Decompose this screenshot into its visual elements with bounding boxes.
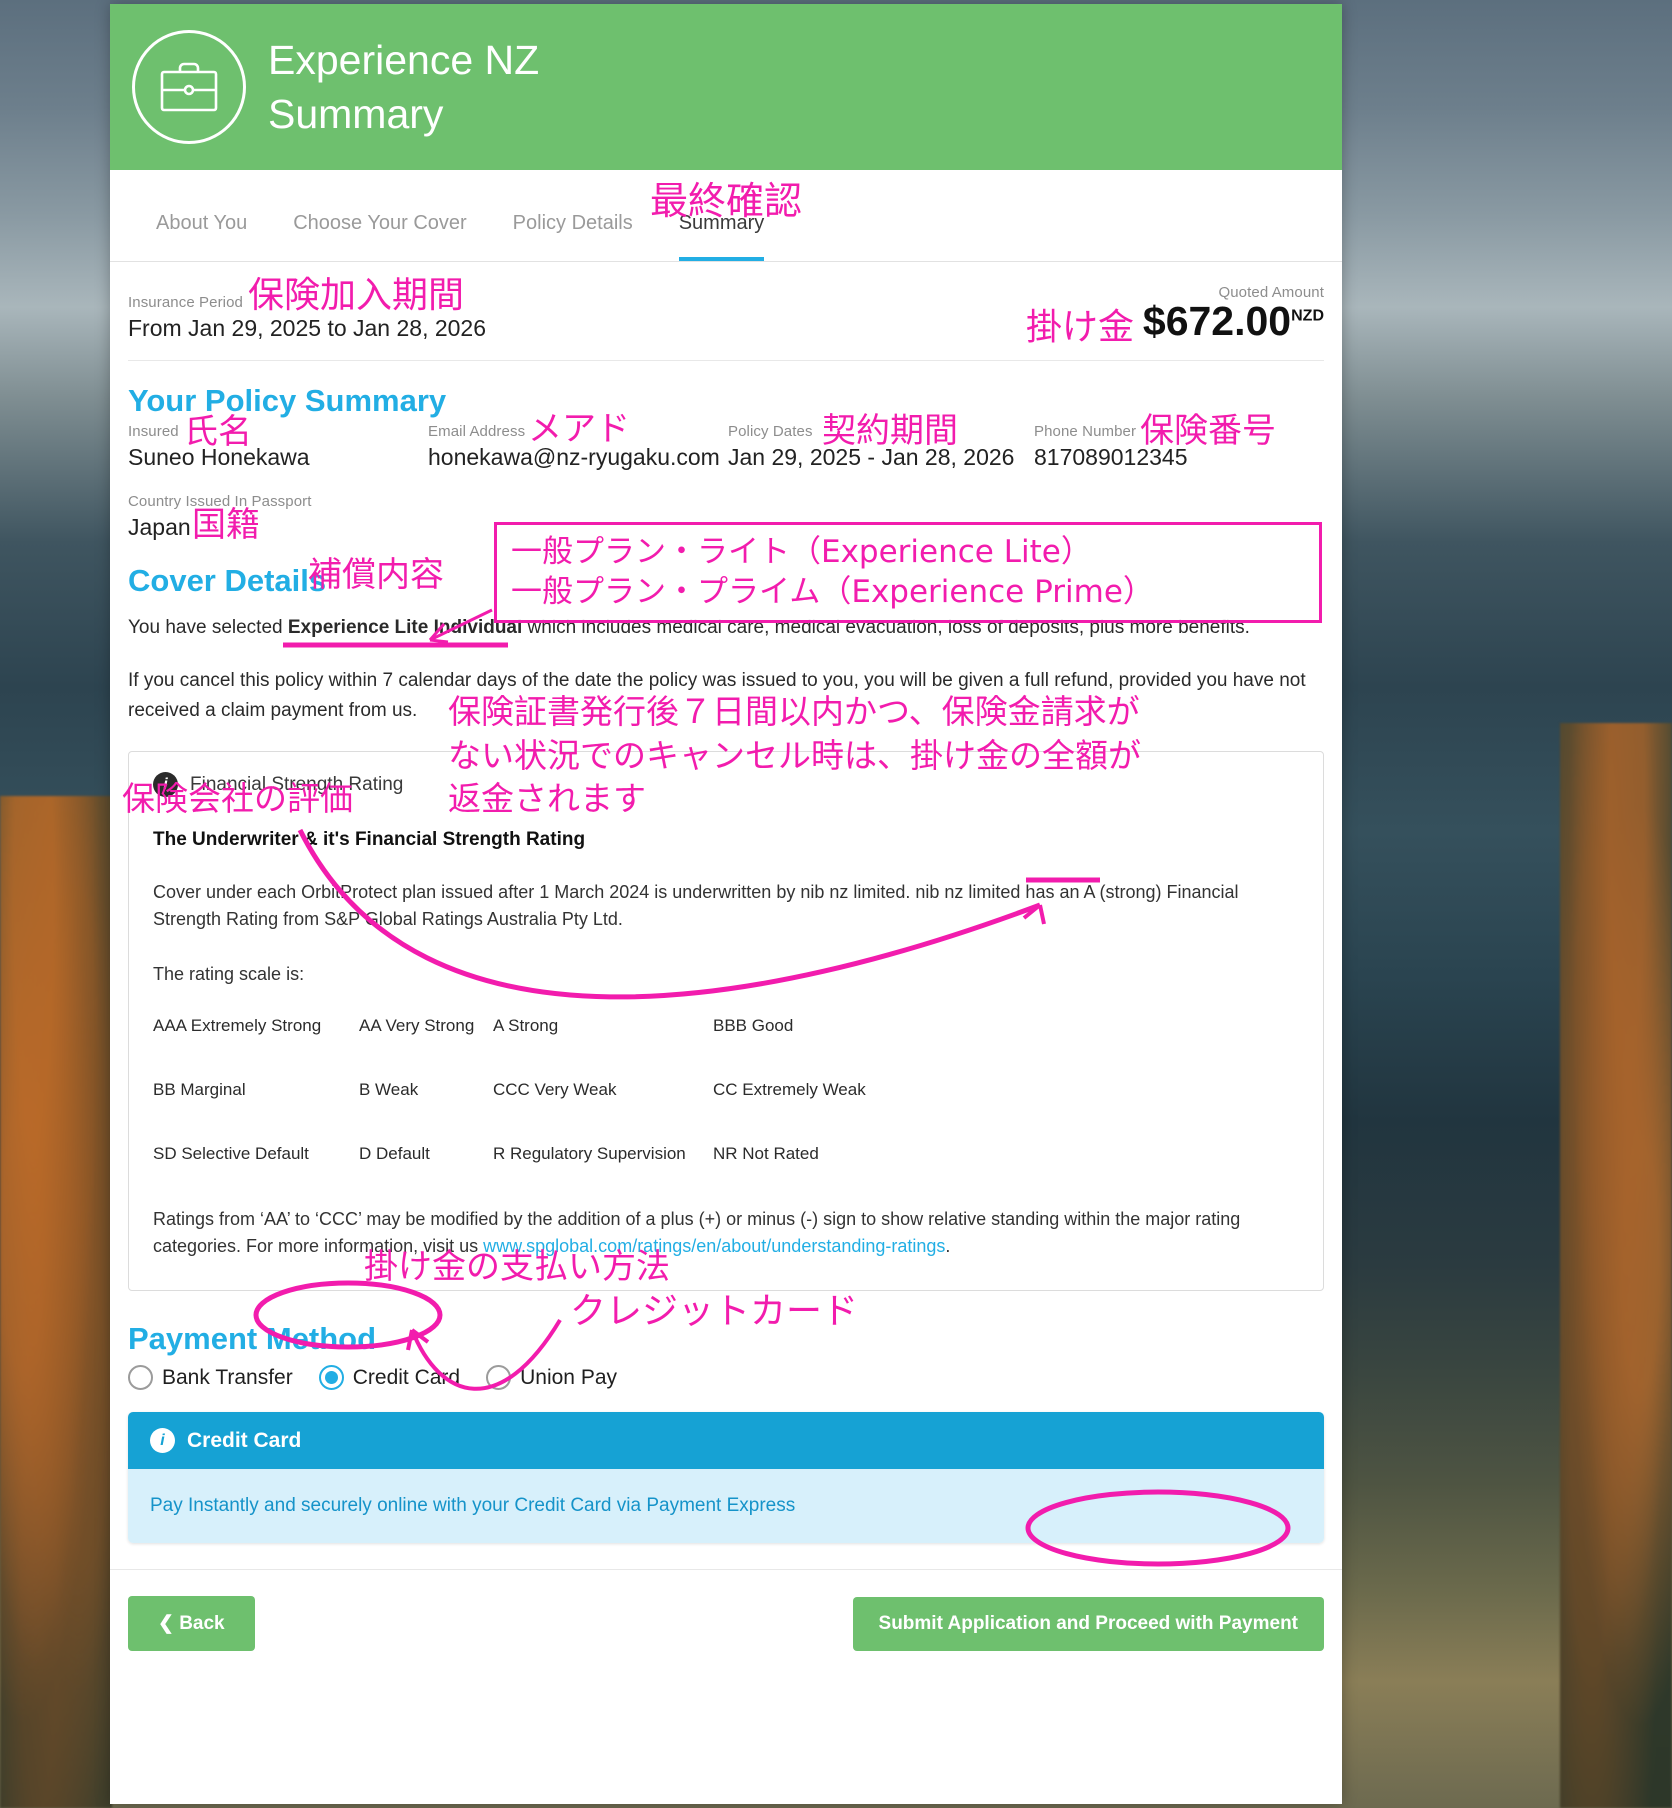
rating-item: AA Very Strong [359,1016,475,1036]
insurance-period-row: Insurance Period From Jan 29, 2025 to Ja… [128,284,1324,361]
rating-item: D Default [359,1144,430,1164]
field-phone-value: 817089012345 [1034,444,1188,470]
tab-policy-details[interactable]: Policy Details [513,212,633,261]
page-title: Experience NZ Summary [268,33,539,141]
wizard-tabs: About You Choose Your Cover Policy Detai… [110,170,1342,262]
quoted-amount-number: $672.00 [1142,298,1292,344]
rating-item: BBB Good [713,1016,794,1036]
field-email-value: honekawa@nz-ryugaku.com [428,444,720,470]
form-footer: ❮ Back Submit Application and Proceed wi… [110,1569,1342,1681]
field-country: Country Issued In Passport Japan [128,493,428,541]
tab-about-you[interactable]: About You [156,212,247,261]
rating-item: NR Not Rated [713,1144,819,1164]
rating-footnote: Ratings from ‘AA’ to ‘CCC’ may be modifi… [153,1206,1299,1260]
cancellation-text: If you cancel this policy within 7 calen… [128,670,1306,721]
tab-choose-your-cover[interactable]: Choose Your Cover [293,212,466,261]
radio-union-pay[interactable]: Union Pay [486,1365,617,1391]
radio-label-credit-card: Credit Card [352,1365,461,1389]
rating-item: BB Marginal [153,1080,246,1100]
underwriter-paragraph: Cover under each OrbitProtect plan issue… [153,882,1239,930]
field-country-label: Country Issued In Passport [128,493,312,510]
field-phone: Phone Number 817089012345 [1034,423,1324,471]
tab-summary[interactable]: Summary [678,212,765,261]
radio-circle-bank-transfer[interactable] [128,1365,153,1391]
rating-item: A Strong [493,1016,559,1036]
rating-item: CC Extremely Weak [713,1080,866,1100]
radio-bank-transfer[interactable]: Bank Transfer [128,1365,293,1391]
field-insured: Insured Suneo Honekawa [128,423,428,471]
financial-strength-title: Financial Strength Rating [190,773,404,795]
credit-card-panel-body: Pay Instantly and securely online with y… [128,1469,1324,1544]
chevron-left-icon: ❮ [158,1613,174,1635]
quoted-amount-currency: NZD [1291,307,1324,325]
radio-label-bank-transfer: Bank Transfer [162,1365,293,1389]
financial-strength-header: i Financial Strength Rating [153,772,1299,798]
policy-summary-grid: Insured Suneo Honekawa Email Address hon… [128,423,1324,541]
financial-strength-panel: i Financial Strength Rating The Underwri… [128,751,1324,1292]
rating-item: R Regulatory Supervision [493,1144,686,1164]
rating-footnote-post: . [945,1236,951,1257]
rating-item: CCC Very Weak [493,1080,617,1100]
rating-scale-grid: AAA Extremely Strong AA Very Strong A St… [153,1016,1299,1164]
rating-item: SD Selective Default [153,1144,309,1164]
credit-card-panel: i Credit Card Pay Instantly and securely… [128,1412,1324,1544]
policy-summary-heading: Your Policy Summary [128,383,447,418]
field-email: Email Address honekawa@nz-ryugaku.com [428,423,728,471]
quoted-amount-value: $672.00NZD [1143,301,1324,342]
radio-credit-card[interactable]: Credit Card [318,1365,461,1391]
credit-card-panel-title: Credit Card [187,1428,302,1452]
cover-details-heading: Cover Details [128,563,327,598]
insurance-period: Insurance Period From Jan 29, 2025 to Ja… [128,294,486,342]
briefcase-icon [132,30,246,144]
title-line-1: Experience NZ [268,36,540,83]
selected-plan-name: Experience Lite Individual [287,617,523,638]
page-header: Experience NZ Summary [110,4,1342,170]
insurance-period-value: From Jan 29, 2025 to Jan 28, 2026 [128,315,487,341]
payment-method-heading: Payment Method [128,1321,377,1357]
field-insured-value: Suneo Honekawa [128,444,310,470]
credit-card-panel-header: i Credit Card [128,1412,1324,1470]
back-button[interactable]: ❮ Back [128,1596,255,1652]
selected-suffix: which includes medical care, medical eva… [522,617,1250,638]
radio-circle-union-pay[interactable] [486,1365,512,1391]
underwriter-subtitle: The Underwriter & it's Financial Strengt… [153,829,586,851]
info-icon: i [150,1428,175,1454]
radio-label-union-pay: Union Pay [520,1365,617,1389]
rating-item: AAA Extremely Strong [153,1016,322,1036]
application-card: Experience NZ Summary About You Choose Y… [110,4,1342,1804]
field-policy-dates-value: Jan 29, 2025 - Jan 28, 2026 [728,444,1015,470]
rating-scale-intro: The rating scale is: [153,964,305,985]
selected-cover-text: You have selected Experience Lite Indivi… [128,613,1324,642]
title-line-2: Summary [268,91,444,137]
field-phone-label: Phone Number [1034,423,1137,440]
rating-item: B Weak [359,1080,419,1100]
field-insured-label: Insured [128,423,179,440]
back-button-label: Back [179,1613,225,1635]
field-email-label: Email Address [428,423,526,440]
info-icon: i [153,772,178,798]
spglobal-link[interactable]: www.spglobal.com/ratings/en/about/unders… [483,1236,945,1256]
insurance-period-label: Insurance Period [128,294,244,311]
field-country-value: Japan [128,514,191,540]
submit-application-button[interactable]: Submit Application and Proceed with Paym… [852,1596,1324,1651]
radio-circle-credit-card[interactable] [318,1365,344,1391]
quoted-amount: Quoted Amount $672.00NZD [1143,284,1324,342]
selected-prefix: You have selected [128,617,288,638]
field-policy-dates: Policy Dates Jan 29, 2025 - Jan 28, 2026 [728,423,1034,471]
field-policy-dates-label: Policy Dates [728,423,813,440]
payment-method-options: Bank Transfer Credit Card Union Pay [128,1365,1324,1391]
